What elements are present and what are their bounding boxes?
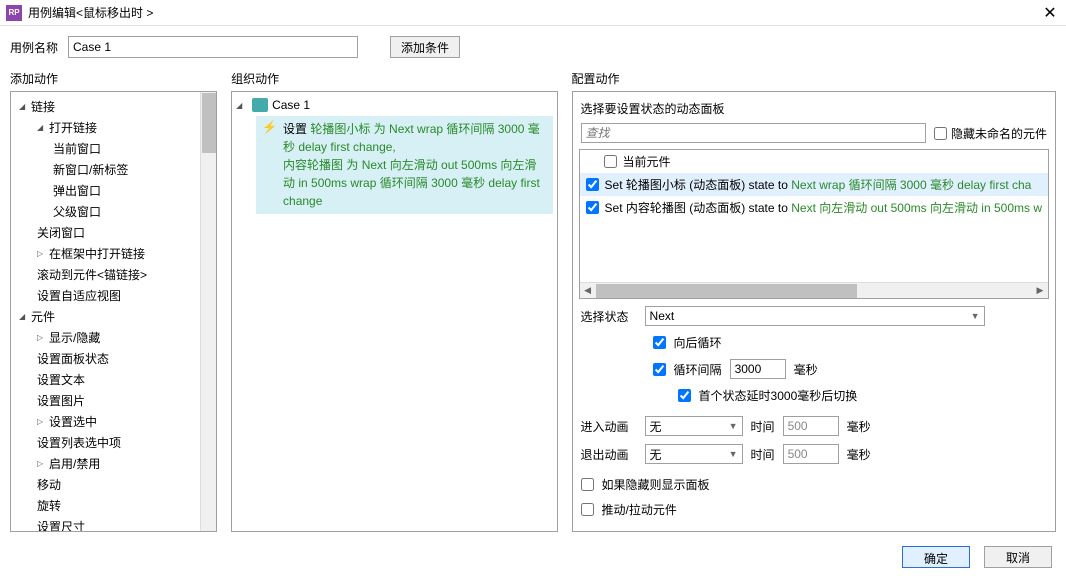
tree-set-list-sel[interactable]: 设置列表选中项	[11, 432, 216, 453]
tree-links[interactable]: 链接	[11, 96, 216, 117]
tree-new-window[interactable]: 新窗口/新标签	[11, 159, 216, 180]
row2-checkbox[interactable]	[586, 201, 599, 214]
org-case[interactable]: ◢ Case 1	[236, 96, 552, 114]
wrap-back-checkbox[interactable]	[653, 336, 666, 349]
anim-in-select[interactable]: 无▼	[645, 416, 743, 436]
tree-move[interactable]: 移动	[11, 474, 216, 495]
org-case-label: Case 1	[272, 98, 310, 112]
time-out-input	[783, 444, 839, 464]
tree-scrollbar[interactable]	[200, 92, 216, 531]
org-action-row[interactable]: ⚡ 设置 轮播图小标 为 Next wrap 循环间隔 3000 毫秒 dela…	[256, 116, 552, 214]
time-label-in: 时间	[751, 418, 775, 435]
list-row-1[interactable]: Set 轮播图小标 (动态面板) state to Next wrap 循环间隔…	[580, 173, 1048, 196]
interval-input[interactable]	[730, 359, 786, 379]
panel-list: 当前元件 Set 轮播图小标 (动态面板) state to Next wrap…	[579, 149, 1049, 299]
time-in-input	[783, 416, 839, 436]
first-delay-checkbox[interactable]	[678, 389, 691, 402]
tree-set-panel[interactable]: 设置面板状态	[11, 348, 216, 369]
show-if-hidden-checkbox[interactable]	[581, 478, 594, 491]
titlebar: RP 用例编辑<鼠标移出时 > ✕	[0, 0, 1066, 26]
cfg-action-header: 配置动作	[572, 70, 1056, 87]
state-select[interactable]: Next▼	[645, 306, 985, 326]
wrap-back-label: 向后循环	[674, 334, 722, 351]
tree-set-size[interactable]: 设置尺寸	[11, 516, 216, 531]
tree-rotate[interactable]: 旋转	[11, 495, 216, 516]
tree-open-in-frame[interactable]: 在框架中打开链接	[11, 243, 216, 264]
time-label-out: 时间	[751, 446, 775, 463]
org-action-header: 组织动作	[231, 70, 557, 87]
tree-parent[interactable]: 父级窗口	[11, 201, 216, 222]
ok-button[interactable]: 确定	[902, 546, 970, 568]
top-row: 用例名称 添加条件	[0, 26, 1066, 70]
case-name-input[interactable]	[68, 36, 358, 58]
action-tree-panel: 链接 打开链接 当前窗口 新窗口/新标签 弹出窗口 父级窗口 关闭窗口 在框架中…	[10, 91, 217, 532]
first-delay-label: 首个状态延时3000毫秒后切换	[699, 387, 858, 404]
tree-enable-disable[interactable]: 启用/禁用	[11, 453, 216, 474]
tree-set-selected[interactable]: 设置选中	[11, 411, 216, 432]
loop-interval-checkbox[interactable]	[653, 363, 666, 376]
show-if-hidden-label: 如果隐藏则显示面板	[602, 476, 710, 493]
search-input[interactable]	[581, 123, 926, 143]
list-current-widget[interactable]: 当前元件	[580, 150, 1048, 173]
tree-show-hide[interactable]: 显示/隐藏	[11, 327, 216, 348]
cancel-button[interactable]: 取消	[984, 546, 1052, 568]
tree-set-text[interactable]: 设置文本	[11, 369, 216, 390]
tree-popup[interactable]: 弹出窗口	[11, 180, 216, 201]
tree-current-window[interactable]: 当前窗口	[11, 138, 216, 159]
tree-close-window[interactable]: 关闭窗口	[11, 222, 216, 243]
window-title: 用例编辑<鼠标移出时 >	[28, 4, 1040, 21]
app-icon: RP	[6, 5, 22, 21]
loop-interval-label: 循环间隔	[674, 361, 722, 378]
footer: 确定 取消	[902, 546, 1052, 568]
anim-in-label: 进入动画	[581, 418, 637, 435]
hide-unnamed-option[interactable]: 隐藏未命名的元件	[934, 125, 1047, 142]
push-pull-label: 推动/拉动元件	[602, 501, 677, 518]
hide-unnamed-checkbox[interactable]	[934, 127, 947, 140]
current-widget-checkbox[interactable]	[604, 155, 617, 168]
tree-open-link[interactable]: 打开链接	[11, 117, 216, 138]
tree-set-adaptive[interactable]: 设置自适应视图	[11, 285, 216, 306]
tree-scroll-to[interactable]: 滚动到元件<锚链接>	[11, 264, 216, 285]
bolt-icon: ⚡	[262, 120, 277, 134]
cfg-panel: 选择要设置状态的动态面板 隐藏未命名的元件 当前元件	[572, 91, 1056, 532]
tree-widgets[interactable]: 元件	[11, 306, 216, 327]
push-pull-checkbox[interactable]	[581, 503, 594, 516]
row1-checkbox[interactable]	[586, 178, 599, 191]
add-condition-button[interactable]: 添加条件	[390, 36, 460, 58]
case-icon	[252, 98, 268, 112]
tree-set-image[interactable]: 设置图片	[11, 390, 216, 411]
list-row-2[interactable]: Set 内容轮播图 (动态面板) state to Next 向左滑动 out …	[580, 196, 1048, 219]
close-icon[interactable]: ✕	[1040, 3, 1060, 23]
list-hscroll[interactable]: ◀▶	[580, 282, 1048, 298]
case-name-label: 用例名称	[10, 39, 58, 56]
select-panel-label: 选择要设置状态的动态面板	[579, 100, 1049, 117]
select-state-label: 选择状态	[581, 308, 637, 325]
add-action-header: 添加动作	[10, 70, 217, 87]
anim-out-label: 退出动画	[581, 446, 637, 463]
org-panel: ◢ Case 1 ⚡ 设置 轮播图小标 为 Next wrap 循环间隔 300…	[231, 91, 557, 532]
anim-out-select[interactable]: 无▼	[645, 444, 743, 464]
